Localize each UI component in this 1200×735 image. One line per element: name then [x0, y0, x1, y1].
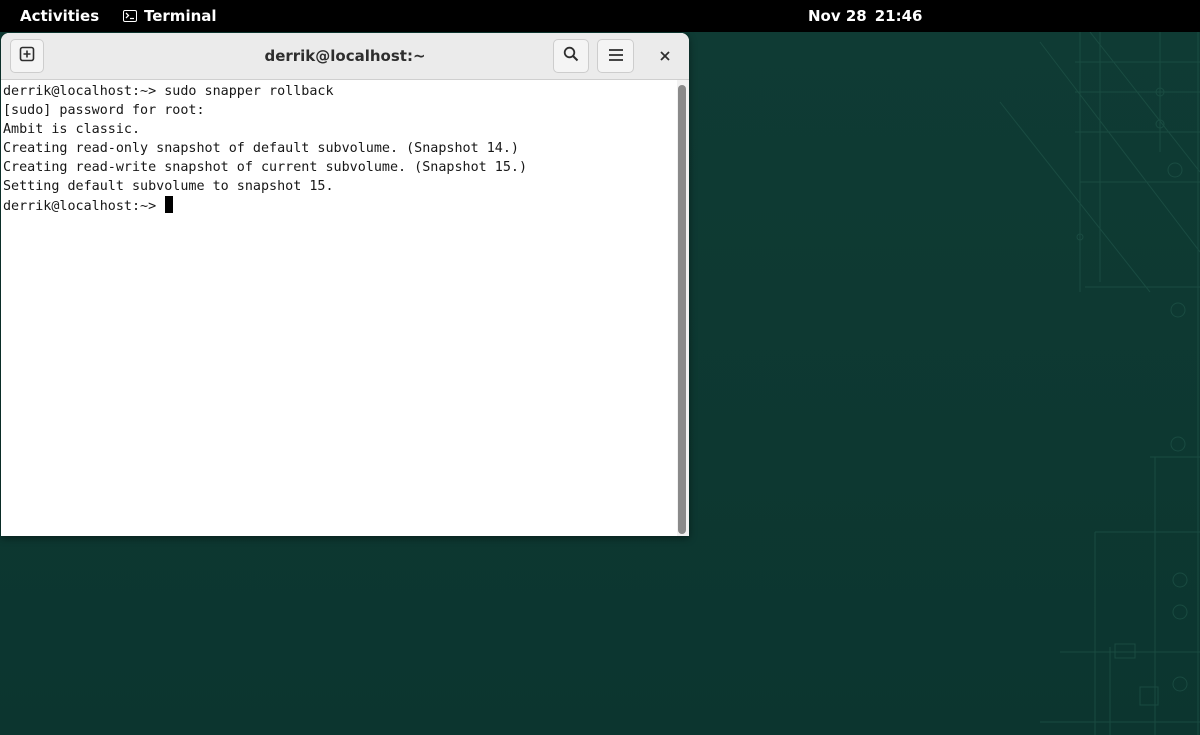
terminal-line: Setting default subvolume to snapshot 15… [3, 179, 334, 194]
hamburger-menu-icon [608, 47, 624, 66]
terminal-line: Creating read-only snapshot of default s… [3, 141, 519, 156]
clock-button[interactable]: Nov 28 21:46 [808, 0, 922, 32]
terminal-line: derrik@localhost:~> sudo snapper rollbac… [3, 84, 334, 99]
search-button[interactable] [553, 39, 589, 73]
app-menu-button[interactable]: Terminal [123, 0, 217, 32]
new-tab-button[interactable] [10, 39, 44, 73]
terminal-icon [123, 10, 137, 22]
terminal-prompt-line: derrik@localhost:~> [3, 196, 174, 215]
clock-date: Nov 28 [808, 7, 867, 25]
terminal-prompt: derrik@localhost:~> [3, 199, 165, 214]
main-menu-button[interactable] [597, 39, 634, 73]
terminal-line: [sudo] password for root: [3, 103, 205, 118]
clock-time: 21:46 [874, 7, 923, 25]
terminal-output[interactable]: derrik@localhost:~> sudo snapper rollbac… [1, 80, 677, 536]
activities-button[interactable]: Activities [20, 0, 99, 32]
close-button[interactable] [649, 41, 681, 71]
search-icon [563, 46, 579, 66]
terminal-line: Ambit is classic. [3, 122, 141, 137]
text-cursor [165, 196, 174, 213]
terminal-window: derrik@localhost:~ derrik@localhost:~> s… [1, 33, 689, 536]
close-icon [659, 47, 671, 66]
scrollbar-thumb[interactable] [678, 85, 686, 534]
top-bar: Activities Terminal Nov 28 21:46 [0, 0, 1200, 32]
app-menu-label: Terminal [144, 7, 217, 25]
header-bar[interactable]: derrik@localhost:~ [1, 33, 689, 80]
new-tab-icon [19, 46, 35, 66]
terminal-line: Creating read-write snapshot of current … [3, 160, 528, 175]
